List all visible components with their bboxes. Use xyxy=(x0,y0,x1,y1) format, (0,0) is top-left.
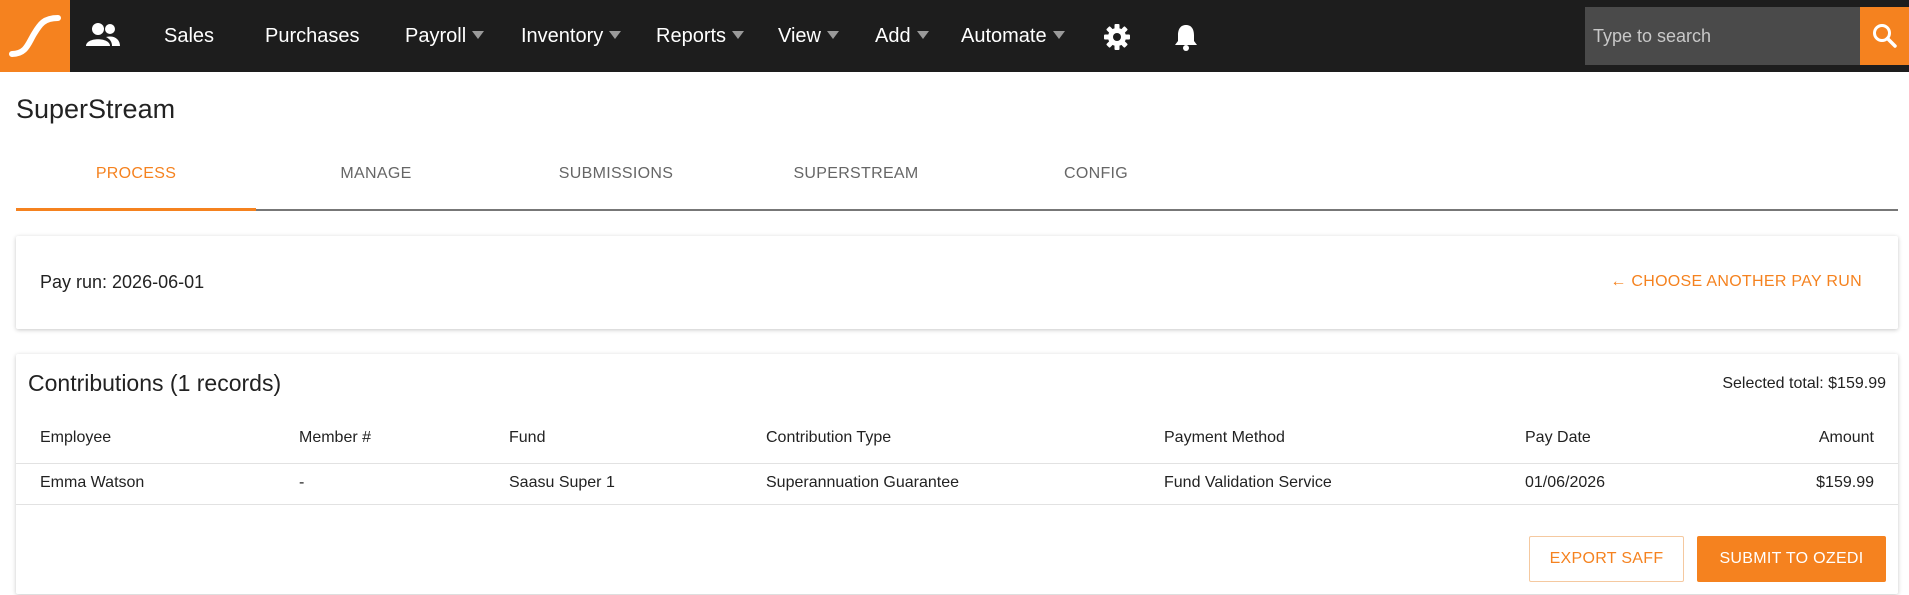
contributions-title: Contributions (1 records) xyxy=(28,370,282,396)
nav-add[interactable]: Add xyxy=(875,0,929,72)
cell-fund: Saasu Super 1 xyxy=(509,474,615,491)
selected-total: Selected total: $159.99 xyxy=(1722,375,1886,392)
search-input[interactable] xyxy=(1585,7,1860,65)
gear-icon[interactable] xyxy=(1104,24,1130,55)
cell-employee: Emma Watson xyxy=(40,474,145,491)
column-header-member[interactable]: Member # xyxy=(299,429,371,447)
cell-pay-date: 01/06/2026 xyxy=(1525,474,1606,491)
chevron-down-icon xyxy=(472,30,485,39)
chevron-down-icon xyxy=(827,30,839,39)
pay-run-label: Pay run: 2026-06-01 xyxy=(40,272,205,292)
chevron-down-icon xyxy=(1052,30,1065,39)
cell-contribution-type: Superannuation Guarantee xyxy=(766,474,960,491)
tab-superstream[interactable]: SUPERSTREAM xyxy=(736,150,976,209)
pay-run-card: Pay run: 2026-06-01 ← CHOOSE ANOTHER PAY… xyxy=(16,236,1898,329)
chevron-down-icon xyxy=(732,30,745,39)
nav-inventory[interactable]: Inventory xyxy=(521,0,622,72)
column-header-fund[interactable]: Fund xyxy=(509,429,545,447)
column-header-payment-method[interactable]: Payment Method xyxy=(1164,429,1285,447)
export-saff-button[interactable]: EXPORT SAFF xyxy=(1529,536,1684,582)
nav-automate[interactable]: Automate xyxy=(961,0,1065,72)
nav-sales[interactable]: Sales xyxy=(164,0,214,72)
row-divider xyxy=(16,463,1898,464)
nav-payroll[interactable]: Payroll xyxy=(405,0,485,72)
top-nav: Sales Purchases Payroll Inventory Report… xyxy=(0,0,1909,72)
chevron-down-icon xyxy=(609,30,622,39)
row-divider xyxy=(16,504,1898,505)
nav-reports[interactable]: Reports xyxy=(656,0,745,72)
people-icon[interactable] xyxy=(86,22,120,53)
tab-manage[interactable]: MANAGE xyxy=(256,150,496,209)
tab-bar: PROCESS MANAGE SUBMISSIONS SUPERSTREAM C… xyxy=(16,150,1898,211)
submit-to-ozedi-button[interactable]: SUBMIT TO OZEDI xyxy=(1697,536,1886,582)
search-button[interactable] xyxy=(1860,7,1909,65)
cell-payment-method: Fund Validation Service xyxy=(1164,474,1332,491)
saasu-swoosh-icon xyxy=(9,15,61,57)
chevron-down-icon xyxy=(916,30,929,39)
nav-view[interactable]: View xyxy=(778,0,839,72)
cell-member: - xyxy=(299,474,305,491)
nav-purchases[interactable]: Purchases xyxy=(265,0,360,72)
bell-icon[interactable] xyxy=(1174,23,1198,56)
column-header-contribution-type[interactable]: Contribution Type xyxy=(766,429,891,447)
column-header-amount[interactable]: Amount xyxy=(1819,429,1874,447)
search-icon xyxy=(1873,24,1897,48)
tab-submissions[interactable]: SUBMISSIONS xyxy=(496,150,736,209)
tab-config[interactable]: CONFIG xyxy=(976,150,1216,209)
saasu-logo[interactable] xyxy=(0,0,70,72)
column-header-pay-date[interactable]: Pay Date xyxy=(1525,429,1591,447)
choose-another-pay-run-link[interactable]: ← CHOOSE ANOTHER PAY RUN xyxy=(1610,273,1862,291)
page-title: SuperStream xyxy=(16,94,176,124)
contributions-card: Contributions (1 records) Selected total… xyxy=(16,354,1898,594)
cell-amount: $159.99 xyxy=(1816,474,1874,491)
column-header-employee[interactable]: Employee xyxy=(40,429,111,447)
tab-process[interactable]: PROCESS xyxy=(16,150,256,211)
